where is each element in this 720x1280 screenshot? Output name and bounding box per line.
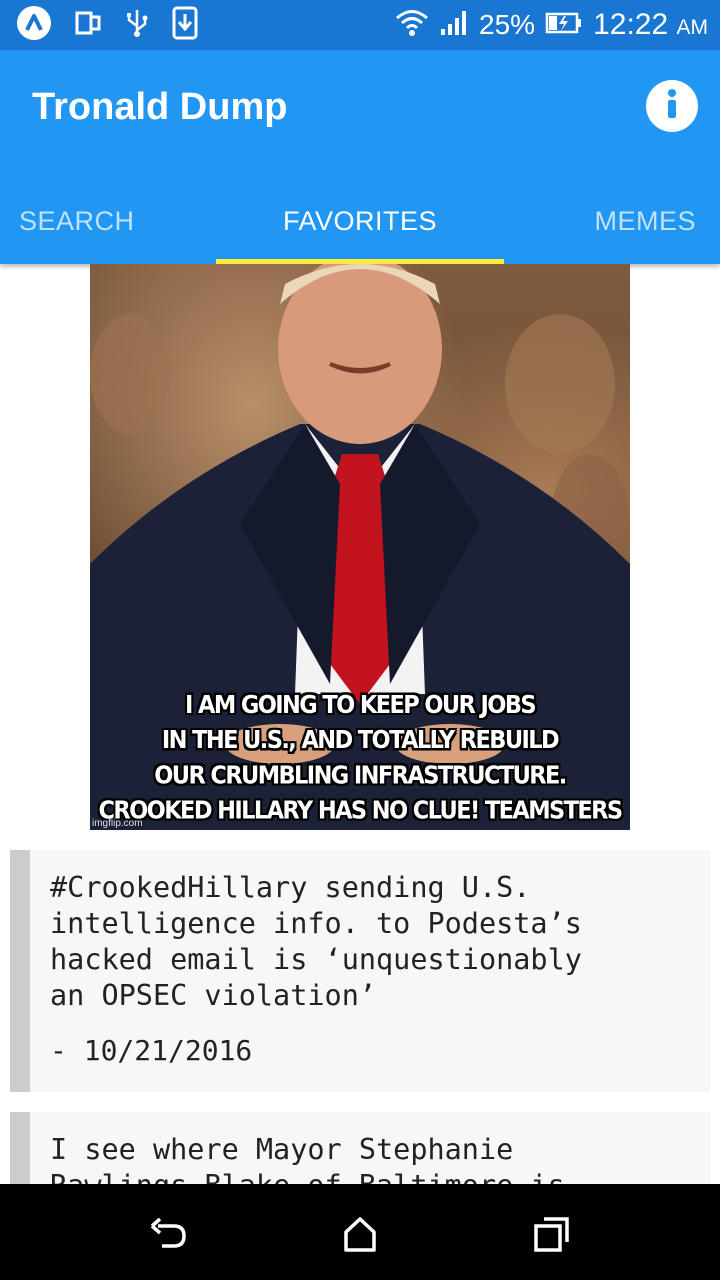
quote-card[interactable]: #CrookedHillary sending U.S. intelligenc… xyxy=(10,850,710,1092)
tab-search[interactable]: SEARCH xyxy=(0,178,216,264)
signal-icon xyxy=(439,9,469,42)
quote-text: #CrookedHillary sending U.S. intelligenc… xyxy=(50,870,690,1014)
app-logo-icon xyxy=(16,5,52,46)
tab-bar: SEARCH FAVORITES MEMES xyxy=(0,178,720,264)
clock: 12:22 AM xyxy=(593,8,708,42)
battery-charging-icon xyxy=(545,11,583,40)
download-icon xyxy=(172,6,198,45)
clock-ampm: AM xyxy=(676,16,709,39)
recents-icon[interactable] xyxy=(532,1214,572,1254)
quote-line: intelligence info. to Podesta’s xyxy=(50,907,582,940)
quote-line: hacked email is ‘unquestionably xyxy=(50,943,582,976)
tab-memes[interactable]: MEMES xyxy=(504,178,720,264)
screen-mirror-icon xyxy=(74,9,102,42)
app-title: Tronald Dump xyxy=(32,86,288,128)
app-bar: Tronald Dump SEARCH FAVORITES MEMES xyxy=(0,50,720,264)
meme-caption: I AM GOING TO KEEP OUR JOBS IN THE U.S.,… xyxy=(90,688,630,829)
quote-line: Rawlings-Blake of Baltimore is xyxy=(50,1168,690,1184)
info-icon xyxy=(652,84,692,129)
usb-icon xyxy=(124,8,150,43)
battery-percent: 25% xyxy=(479,9,536,40)
favorites-list[interactable]: I AM GOING TO KEEP OUR JOBS IN THE U.S.,… xyxy=(0,264,720,1184)
quote-line: an OPSEC violation’ xyxy=(50,979,377,1012)
meme-watermark: imgflip.com xyxy=(92,818,143,829)
wifi-icon xyxy=(395,8,429,43)
tab-favorites[interactable]: FAVORITES xyxy=(216,178,504,264)
quote-line: #CrookedHillary sending U.S. xyxy=(50,871,531,904)
info-button[interactable] xyxy=(646,80,698,132)
back-icon[interactable] xyxy=(148,1214,188,1254)
meme-caption-line: OUR CRUMBLING INFRASTRUCTURE. xyxy=(154,761,567,790)
status-bar: 25% 12:22 AM xyxy=(0,0,720,50)
quote-text: I see where Mayor Stephanie Rawlings-Bla… xyxy=(50,1132,690,1184)
quote-date: - 10/21/2016 xyxy=(50,1034,253,1067)
meme-caption-line: I AM GOING TO KEEP OUR JOBS xyxy=(185,690,537,720)
meme-image[interactable]: I AM GOING TO KEEP OUR JOBS IN THE U.S.,… xyxy=(90,264,630,830)
home-icon[interactable] xyxy=(340,1214,380,1254)
system-nav-bar xyxy=(0,1184,720,1280)
status-notification-icons xyxy=(16,5,198,46)
quote-card[interactable]: I see where Mayor Stephanie Rawlings-Bla… xyxy=(10,1112,710,1184)
status-system-icons: 25% 12:22 AM xyxy=(395,8,708,43)
clock-time: 12:22 xyxy=(593,8,669,41)
quote-line: I see where Mayor Stephanie xyxy=(50,1133,514,1166)
meme-caption-line: CROOKED HILLARY HAS NO CLUE! TEAMSTERS xyxy=(98,796,624,826)
meme-caption-line: IN THE U.S., AND TOTALLY REBUILD xyxy=(161,726,560,755)
